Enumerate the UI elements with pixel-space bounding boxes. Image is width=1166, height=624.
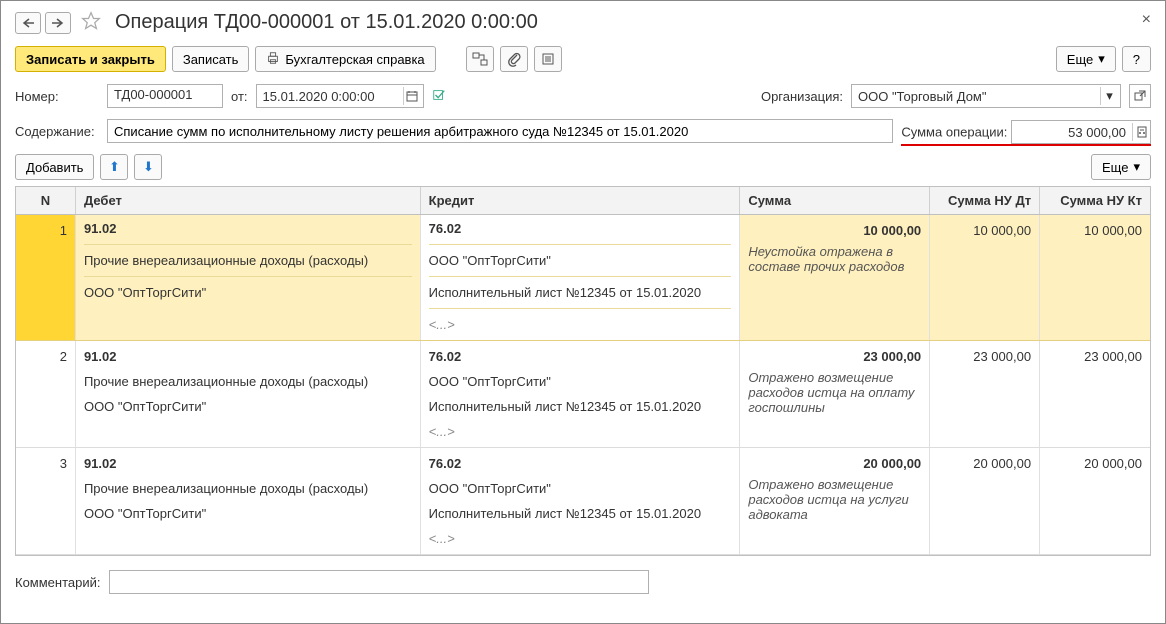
cell-n: 3 (16, 448, 76, 554)
cell-credit: 76.02ООО "ОптТоргСити"Исполнительный лис… (421, 448, 741, 554)
print-icon (266, 51, 280, 68)
cell-nudt: 20 000,00 (930, 448, 1040, 554)
cell-n: 1 (16, 215, 76, 340)
more-label-2: Еще (1102, 160, 1128, 175)
cell-debit: 91.02Прочие внереализационные доходы (ра… (76, 448, 421, 554)
col-nudt[interactable]: Сумма НУ Дт (930, 187, 1040, 214)
more-button[interactable]: Еще ▾ (1056, 46, 1116, 72)
cell-nudt: 10 000,00 (930, 215, 1040, 340)
table-row[interactable]: 191.02Прочие внереализационные доходы (р… (16, 215, 1150, 341)
sum-input[interactable]: 53 000,00 (1012, 123, 1132, 142)
close-button[interactable]: × (1142, 11, 1151, 29)
col-nukt[interactable]: Сумма НУ Кт (1040, 187, 1150, 214)
cell-debit: 91.02Прочие внереализационные доходы (ра… (76, 215, 421, 340)
add-button[interactable]: Добавить (15, 154, 94, 180)
move-down-button[interactable]: ⬇ (134, 154, 162, 180)
cell-n: 2 (16, 341, 76, 447)
attach-icon-button[interactable] (500, 46, 528, 72)
org-value: ООО "Торговый Дом" (858, 89, 1100, 104)
cell-nudt: 23 000,00 (930, 341, 1040, 447)
sum-label: Сумма операции: (901, 125, 1007, 140)
comment-input[interactable] (109, 570, 649, 594)
open-ref-icon[interactable] (1129, 84, 1151, 108)
dt-kt-icon-button[interactable] (466, 46, 494, 72)
save-button[interactable]: Записать (172, 46, 250, 72)
chevron-down-icon: ▾ (1133, 159, 1140, 175)
date-input[interactable]: 15.01.2020 0:00:00 (256, 84, 424, 108)
entries-table: N Дебет Кредит Сумма Сумма НУ Дт Сумма Н… (15, 186, 1151, 556)
list-icon-button[interactable] (534, 46, 562, 72)
cell-debit: 91.02Прочие внереализационные доходы (ра… (76, 341, 421, 447)
content-label: Содержание: (15, 124, 99, 139)
calc-icon[interactable] (1132, 123, 1150, 141)
table-row[interactable]: 291.02Прочие внереализационные доходы (р… (16, 341, 1150, 448)
move-up-button[interactable]: ⬆ (100, 154, 128, 180)
cell-credit: 76.02ООО "ОптТоргСити"Исполнительный лис… (421, 215, 741, 340)
chevron-down-icon: ▾ (1098, 51, 1105, 67)
save-close-button[interactable]: Записать и закрыть (15, 46, 166, 72)
date-value: 15.01.2020 0:00:00 (263, 89, 375, 104)
org-label: Организация: (761, 89, 843, 104)
cell-nukt: 20 000,00 (1040, 448, 1150, 554)
from-label: от: (231, 89, 248, 104)
star-icon[interactable] (81, 11, 101, 34)
cell-sum: 10 000,00Неустойка отражена в составе пр… (740, 215, 930, 340)
content-input[interactable] (107, 119, 893, 143)
org-input[interactable]: ООО "Торговый Дом" ▾ (851, 84, 1121, 108)
cell-nukt: 10 000,00 (1040, 215, 1150, 340)
chevron-down-icon[interactable]: ▾ (1100, 87, 1118, 105)
flag-icon[interactable] (432, 88, 446, 105)
comment-label: Комментарий: (15, 575, 101, 590)
nav-forward-button[interactable] (45, 12, 71, 34)
table-row[interactable]: 391.02Прочие внереализационные доходы (р… (16, 448, 1150, 555)
col-n[interactable]: N (16, 187, 76, 214)
number-label: Номер: (15, 89, 99, 104)
cell-sum: 20 000,00Отражено возмещение расходов ис… (740, 448, 930, 554)
help-button[interactable]: ? (1122, 46, 1151, 72)
nav-back-button[interactable] (15, 12, 41, 34)
window-title: Операция ТД00-000001 от 15.01.2020 0:00:… (115, 11, 538, 34)
col-sum[interactable]: Сумма (740, 187, 930, 214)
col-credit[interactable]: Кредит (421, 187, 741, 214)
more-button-2[interactable]: Еще ▾ (1091, 154, 1151, 180)
report-button-label: Бухгалтерская справка (285, 52, 424, 67)
cell-credit: 76.02ООО "ОптТоргСити"Исполнительный лис… (421, 341, 741, 447)
col-debit[interactable]: Дебет (76, 187, 421, 214)
number-input[interactable]: ТД00-000001 (107, 84, 223, 108)
cell-sum: 23 000,00Отражено возмещение расходов ис… (740, 341, 930, 447)
cell-nukt: 23 000,00 (1040, 341, 1150, 447)
report-button[interactable]: Бухгалтерская справка (255, 46, 435, 72)
more-label: Еще (1067, 52, 1093, 67)
calendar-icon[interactable] (403, 87, 421, 105)
